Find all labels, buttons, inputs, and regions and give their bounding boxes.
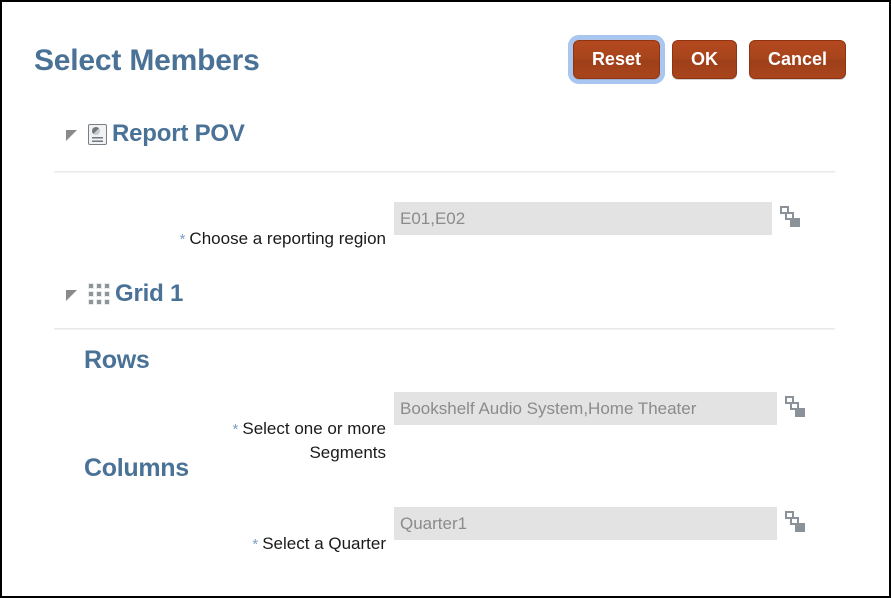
- select-members-dialog: Select Members Reset OK Cancel Report PO…: [0, 0, 891, 598]
- quarter-input[interactable]: [394, 507, 777, 540]
- dialog-panel: Select Members Reset OK Cancel Report PO…: [2, 2, 889, 596]
- field-row-segments: * Select one or more Segments: [180, 392, 807, 464]
- page-title: Select Members: [34, 44, 260, 77]
- field-label-text-reporting-region: Choose a reporting region: [189, 229, 386, 248]
- dialog-header: Select Members Reset OK Cancel: [2, 2, 889, 110]
- reporting-region-input[interactable]: [394, 202, 772, 235]
- required-marker-quarter: *: [252, 536, 259, 553]
- required-marker-segments: *: [232, 421, 239, 438]
- field-label-text-segments: Select one or more Segments: [242, 419, 386, 462]
- divider-grid-1: [54, 328, 835, 330]
- field-row-reporting-region: * Choose a reporting region: [110, 202, 802, 251]
- disclosure-triangle-icon[interactable]: [66, 129, 77, 141]
- reset-button[interactable]: Reset: [567, 35, 665, 84]
- dialog-action-buttons: Reset OK Cancel: [567, 35, 846, 84]
- member-selector-icon-quarter[interactable]: [785, 511, 807, 533]
- cancel-button[interactable]: Cancel: [748, 40, 846, 79]
- ok-button[interactable]: OK: [671, 40, 737, 79]
- report-icon: [88, 123, 107, 145]
- required-marker-reporting-region: *: [179, 231, 186, 248]
- field-row-quarter: * Select a Quarter: [180, 507, 807, 556]
- segments-input[interactable]: [394, 392, 777, 425]
- member-selector-icon-reporting-region[interactable]: [780, 206, 802, 228]
- section-title-report-pov: Report POV: [112, 120, 245, 147]
- field-label-quarter: * Select a Quarter: [180, 507, 386, 556]
- section-title-grid-1: Grid 1: [115, 280, 184, 307]
- field-label-segments: * Select one or more Segments: [180, 392, 386, 464]
- member-selector-icon-segments[interactable]: [785, 396, 807, 418]
- grid-icon: [88, 283, 110, 305]
- group-heading-rows: Rows: [84, 346, 150, 374]
- section-header-report-pov[interactable]: Report POV: [66, 120, 245, 148]
- field-label-reporting-region: * Choose a reporting region: [110, 202, 386, 251]
- section-header-grid-1[interactable]: Grid 1: [66, 280, 183, 308]
- disclosure-triangle-icon[interactable]: [66, 289, 77, 301]
- group-heading-columns: Columns: [84, 454, 189, 482]
- field-label-text-quarter: Select a Quarter: [262, 534, 386, 553]
- divider-report-pov: [54, 171, 835, 173]
